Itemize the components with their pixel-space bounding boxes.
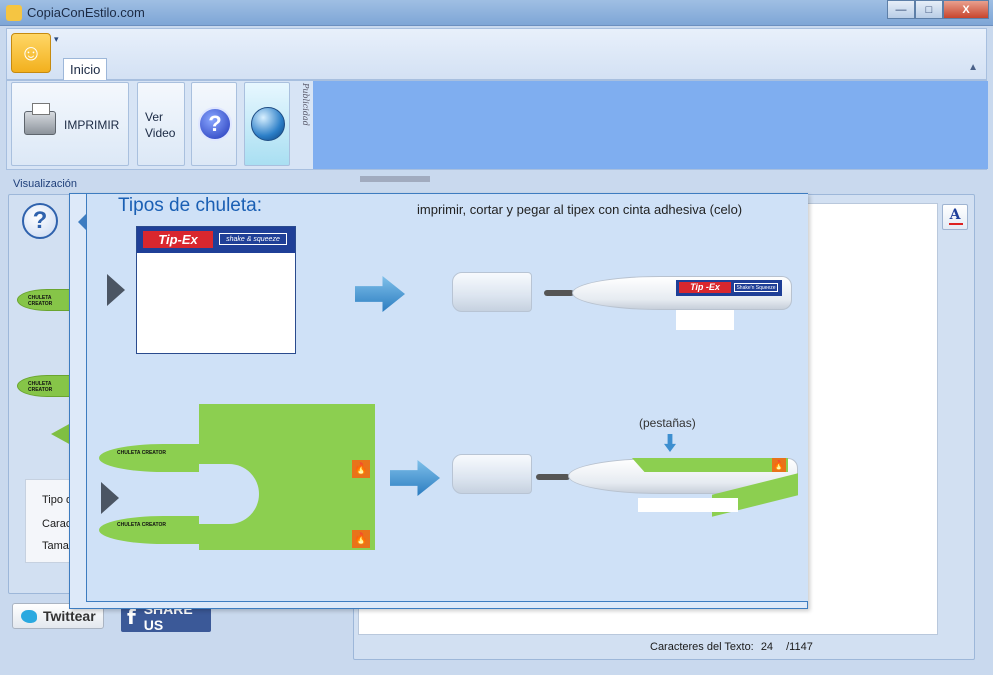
ad-label-text: Publicidad (301, 83, 310, 126)
help-button[interactable]: ? (191, 82, 237, 166)
mustache-icon: ☺ (19, 40, 43, 65)
tab-inicio[interactable]: Inicio (63, 58, 108, 80)
video-button[interactable]: Ver Video (137, 82, 185, 166)
collapse-ribbon-icon[interactable]: ▲ (968, 62, 978, 73)
row-marker-1 (107, 274, 125, 306)
ribbon-body: IMPRIMIR Ver Video ? Publicidad (6, 80, 988, 170)
minimize-button[interactable]: — (887, 0, 915, 19)
window-title: CopiaConEstilo.com (27, 5, 145, 20)
twitter-label: Twittear (43, 608, 96, 624)
ad-banner[interactable] (313, 81, 988, 169)
label-flap (676, 310, 734, 330)
row-marker-2 (101, 482, 119, 514)
quick-access-dropdown-icon[interactable]: ▾ (54, 34, 59, 45)
text-panel-label (360, 176, 430, 182)
app-menu-button[interactable]: ☺ (11, 33, 51, 73)
globe-icon (251, 107, 285, 141)
char-counter-max: /1147 (786, 641, 813, 653)
pen-cap (452, 454, 532, 494)
print-button[interactable]: IMPRIMIR (11, 82, 129, 166)
printer-icon (24, 103, 56, 135)
pen-with-label: Tip -Ex Shake'n Squeeze (452, 272, 802, 332)
help-title: Tipos de chuleta: (118, 195, 262, 216)
green-tab (632, 458, 788, 472)
char-counter: Caracteres del Texto: 24 /1147 (650, 641, 817, 653)
ad-label: Publicidad (299, 83, 311, 167)
char-counter-label: Caracteres del Texto: (650, 641, 754, 653)
sheet-cutout (199, 464, 259, 524)
flame-icon: 🔥 (352, 460, 370, 478)
web-button[interactable] (244, 82, 290, 166)
arrow-right-icon (390, 460, 440, 496)
preview-leaf-arrow (51, 423, 71, 445)
pen-cap (452, 272, 532, 312)
help-popup-body: Tipos de chuleta: imprimir, cortar y peg… (86, 194, 808, 602)
flame-icon: 🔥 (772, 458, 786, 472)
twitter-bird-icon (21, 609, 37, 623)
preview-leaf-2: CHULETA CREATOR (17, 375, 77, 397)
help-icon: ? (198, 107, 232, 141)
window-controls: — □ X (887, 0, 989, 19)
label-card: Tip-Ex shake & squeeze (136, 226, 296, 354)
pen-tip (536, 474, 570, 480)
white-flap (638, 498, 738, 512)
arrow-right-icon (355, 276, 405, 312)
close-button[interactable]: X (943, 0, 989, 19)
pen-tip (544, 290, 574, 296)
tipex-brand: Tip-Ex (143, 231, 213, 248)
help-popup: Tipos de chuleta: imprimir, cortar y peg… (69, 193, 808, 609)
pen-label: Tip -Ex Shake'n Squeeze (676, 280, 782, 296)
pen-with-green-sheet: 🔥 (452, 454, 807, 524)
print-label: IMPRIMIR (64, 118, 120, 132)
title-bar: CopiaConEstilo.com — □ X (0, 0, 993, 26)
preview-help-button[interactable]: ? (22, 203, 58, 239)
flame-icon: 🔥 (352, 530, 370, 548)
app-icon (6, 5, 22, 21)
maximize-button[interactable]: □ (915, 0, 943, 19)
font-color-icon[interactable]: A (942, 204, 968, 230)
video-label: Ver Video (145, 110, 176, 140)
tipex-slogan: shake & squeeze (219, 233, 287, 245)
tipex-label: Tip-Ex shake & squeeze (137, 227, 295, 253)
preview-leaf-1: CHULETA CREATOR (17, 289, 77, 311)
visualizacion-label: Visualización (13, 178, 78, 190)
pen-brand: Tip -Ex (679, 282, 731, 293)
down-arrow-icon (664, 434, 676, 452)
help-instructions: imprimir, cortar y pegar al tipex con ci… (417, 202, 743, 217)
char-counter-value: 24 (760, 641, 774, 653)
pestanas-note: (pestañas) (639, 416, 696, 430)
pen-slogan: Shake'n Squeeze (734, 283, 778, 292)
ribbon-tabs: ☺ ▾ Inicio ▲ (6, 28, 987, 80)
